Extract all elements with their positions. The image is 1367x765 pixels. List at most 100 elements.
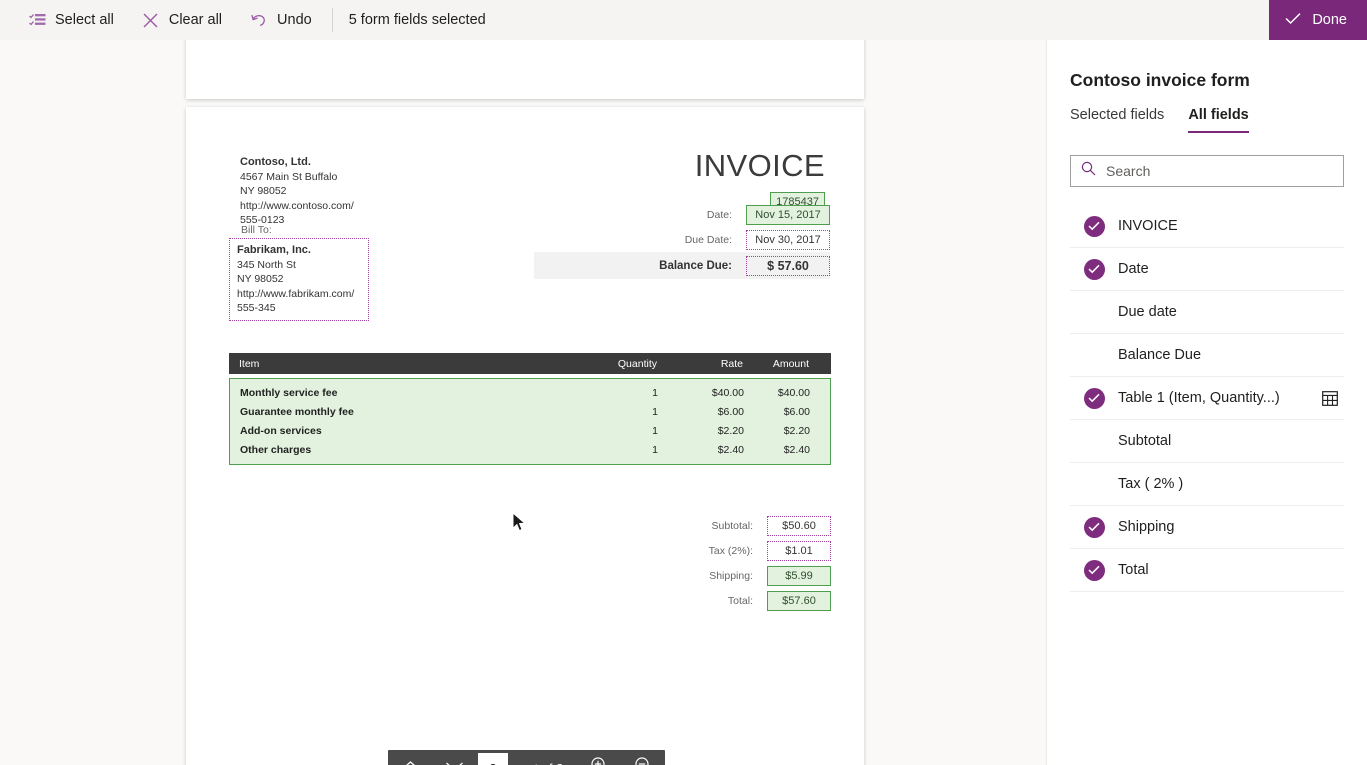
field-row-table-1[interactable]: Table 1 (Item, Quantity...) [1070, 377, 1344, 420]
cell-rate: $40.00 [711, 386, 744, 399]
balance-due-field[interactable]: $ 57.60 [746, 255, 830, 276]
undo-button[interactable]: Undo [236, 0, 326, 40]
field-row-subtotal[interactable]: Subtotal [1070, 420, 1344, 463]
field-row-invoice[interactable]: INVOICE [1070, 205, 1344, 248]
field-row-date[interactable]: Date [1070, 248, 1344, 291]
select-all-label: Select all [55, 12, 114, 28]
tax-label: Tax (2%): [708, 544, 753, 557]
subtotal-row: Subtotal: $50.60 [586, 513, 831, 538]
undo-icon [250, 11, 268, 29]
document-page-current[interactable]: Contoso, Ltd. 4567 Main St Buffalo NY 98… [186, 107, 864, 765]
clear-all-label: Clear all [168, 12, 223, 28]
bill-to-phone: 555-345 [237, 302, 276, 315]
balance-due-row: Balance Due: $ 57.60 [534, 252, 830, 279]
cell-amount: $6.00 [783, 405, 810, 418]
field-list: INVOICE Date Due date Balance Due Table … [1047, 205, 1367, 592]
invoice-meta-block: Date: Nov 15, 2017 Due Date: Nov 30, 201… [534, 202, 830, 279]
check-circle-icon [1083, 516, 1105, 538]
bill-to-box: Fabrikam, Inc. 345 North St NY 98052 htt… [229, 238, 369, 321]
field-checkbox-total[interactable] [1070, 559, 1118, 581]
tax-value: $1.01 [767, 540, 831, 561]
cell-item: Monthly service fee [240, 386, 338, 399]
field-label: INVOICE [1118, 218, 1178, 234]
select-all-button[interactable]: Select all [14, 0, 128, 40]
invoice-date-field[interactable]: Nov 15, 2017 [746, 204, 830, 225]
line-items-body: Monthly service fee 1 $40.00 $40.00 Guar… [229, 378, 831, 465]
field-checkbox-shipping[interactable] [1070, 516, 1118, 538]
column-header-amount: Amount [772, 357, 809, 370]
table-row: Monthly service fee 1 $40.00 $40.00 [230, 383, 830, 402]
total-row: Total: $57.60 [586, 588, 831, 613]
cell-quantity: 1 [652, 405, 658, 418]
due-date-row: Due Date: Nov 30, 2017 [534, 227, 830, 252]
check-circle-icon [1083, 387, 1105, 409]
clear-all-button[interactable]: Clear all [128, 0, 236, 40]
panel-title: Contoso invoice form [1070, 70, 1250, 90]
total-label: Total: [727, 594, 753, 607]
seller-address-line2: NY 98052 [240, 185, 287, 198]
total-field[interactable]: $57.60 [767, 590, 831, 611]
field-label: Subtotal [1118, 433, 1172, 449]
field-checkbox-date[interactable] [1070, 258, 1118, 280]
shipping-value: $5.99 [767, 565, 831, 586]
bill-to-address-line2: NY 98052 [237, 273, 284, 286]
subtotal-field[interactable]: $50.60 [767, 515, 831, 536]
cell-item: Guarantee monthly fee [240, 405, 354, 418]
field-row-shipping[interactable]: Shipping [1070, 506, 1344, 549]
tab-selected-fields[interactable]: Selected fields [1070, 107, 1164, 133]
field-row-total[interactable]: Total [1070, 549, 1344, 592]
field-label: Date [1118, 261, 1149, 277]
cell-quantity: 1 [652, 386, 658, 399]
cell-quantity: 1 [652, 443, 658, 456]
zoom-out-button[interactable] [621, 750, 665, 765]
search-icon [1081, 161, 1096, 181]
document-page-previous [186, 40, 864, 99]
cell-quantity: 1 [652, 424, 658, 437]
invoice-date-row: Date: Nov 15, 2017 [534, 202, 830, 227]
shipping-field[interactable]: $5.99 [767, 565, 831, 586]
cell-rate: $2.20 [717, 424, 744, 437]
cell-rate: $2.40 [717, 443, 744, 456]
chevron-up-icon [401, 759, 420, 765]
line-items-table[interactable]: Item Quantity Rate Amount Monthly servic… [229, 353, 831, 465]
page-number-input[interactable] [478, 753, 508, 765]
subtotal-value: $50.60 [767, 515, 831, 536]
seller-address-line1: 4567 Main St Buffalo [240, 170, 338, 183]
page-count-label: out of 8 [508, 761, 577, 765]
field-row-balance-due[interactable]: Balance Due [1070, 334, 1344, 377]
seller-website: http://www.contoso.com/ [240, 199, 354, 212]
search-input[interactable] [1104, 162, 1333, 180]
cell-item: Other charges [240, 443, 312, 456]
done-button[interactable]: Done [1269, 0, 1367, 40]
invoice-heading: INVOICE [694, 148, 825, 183]
done-label: Done [1312, 12, 1347, 28]
panel-tabs: Selected fields All fields [1047, 91, 1367, 133]
zoom-in-button[interactable] [577, 750, 621, 765]
table-icon[interactable] [1316, 390, 1344, 406]
tax-field[interactable]: $1.01 [767, 540, 831, 561]
toolbar-divider [331, 8, 333, 32]
field-label: Shipping [1118, 519, 1175, 535]
previous-page-button[interactable] [388, 750, 432, 765]
select-all-icon [28, 11, 46, 29]
shipping-label: Shipping: [709, 569, 753, 582]
total-value: $57.60 [767, 590, 831, 611]
due-date-field[interactable]: Nov 30, 2017 [746, 229, 830, 250]
table-row: Add-on services 1 $2.20 $2.20 [230, 421, 830, 440]
field-label: Total [1118, 562, 1149, 578]
balance-due-label: Balance Due: [659, 259, 732, 272]
chevron-down-icon [445, 759, 464, 765]
column-header-item: Item [239, 357, 260, 370]
field-row-due-date[interactable]: Due date [1070, 291, 1344, 334]
next-page-button[interactable] [432, 750, 476, 765]
field-checkbox-invoice[interactable] [1070, 215, 1118, 237]
field-checkbox-table-1[interactable] [1070, 387, 1118, 409]
field-row-tax[interactable]: Tax ( 2% ) [1070, 463, 1344, 506]
close-icon [142, 11, 160, 29]
tab-all-fields[interactable]: All fields [1188, 107, 1250, 133]
document-viewer[interactable]: Contoso, Ltd. 4567 Main St Buffalo NY 98… [0, 40, 1046, 765]
table-row: Guarantee monthly fee 1 $6.00 $6.00 [230, 402, 830, 421]
column-header-rate: Rate [720, 357, 743, 370]
bill-to-field[interactable]: Fabrikam, Inc. 345 North St NY 98052 htt… [229, 238, 369, 321]
search-box[interactable] [1070, 155, 1344, 187]
